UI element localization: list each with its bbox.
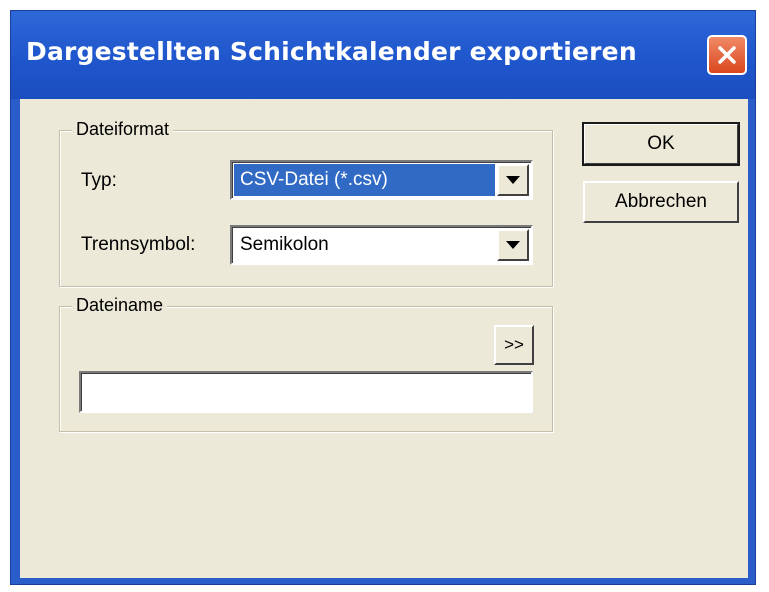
chevron-down-icon [506, 241, 520, 249]
dateiformat-legend: Dateiformat [72, 119, 174, 140]
ok-button[interactable]: OK [582, 122, 740, 166]
cancel-button[interactable]: Abbrechen [583, 181, 739, 223]
typ-selected-value: CSV-Datei (*.csv) [234, 164, 495, 196]
close-icon [718, 46, 736, 64]
dateiname-input[interactable] [79, 371, 533, 413]
dialog-body: Dateiformat Typ: CSV-Datei (*.csv) Trenn… [20, 99, 748, 578]
typ-dropdown[interactable]: CSV-Datei (*.csv) [230, 160, 533, 200]
dialog-window: Dargestellten Schichtkalender exportiere… [10, 10, 756, 585]
typ-dropdown-button[interactable] [497, 164, 529, 196]
dateiname-legend: Dateiname [72, 295, 168, 316]
trennsymbol-selected-value: Semikolon [240, 234, 329, 255]
title-bar[interactable]: Dargestellten Schichtkalender exportiere… [11, 11, 755, 99]
typ-label: Typ: [81, 170, 117, 191]
trennsymbol-label: Trennsymbol: [81, 234, 196, 255]
dateiname-group: Dateiname >> [59, 295, 553, 432]
close-button[interactable] [707, 35, 747, 75]
chevron-down-icon [506, 176, 520, 184]
window-title: Dargestellten Schichtkalender exportiere… [26, 37, 637, 66]
trennsymbol-dropdown[interactable]: Semikolon [230, 225, 533, 265]
browse-button[interactable]: >> [494, 325, 534, 365]
dateiformat-group: Dateiformat Typ: CSV-Datei (*.csv) Trenn… [59, 119, 553, 287]
trennsymbol-dropdown-button[interactable] [497, 229, 529, 261]
